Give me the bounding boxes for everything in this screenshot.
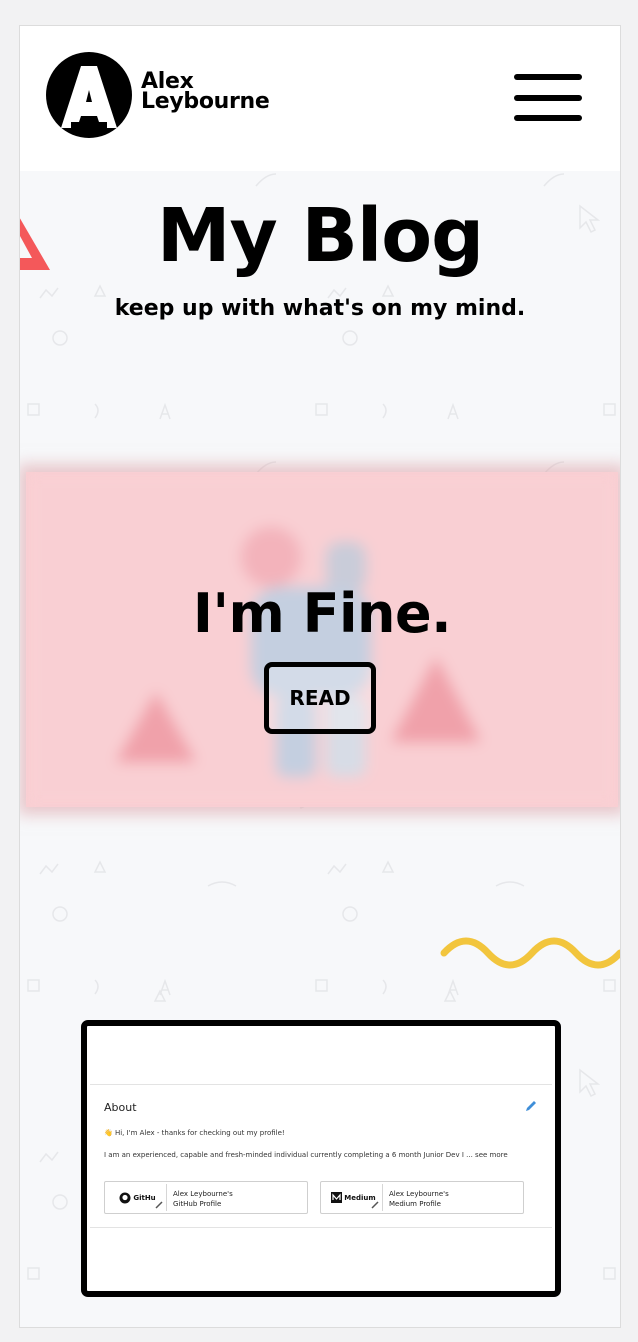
about-preview-image: About 👋 Hi, I'm Alex - thanks for checki… xyxy=(81,1020,561,1297)
medium-profile-sub: Medium Profile xyxy=(389,1200,441,1208)
github-thumb: GitHu xyxy=(109,1184,167,1211)
medium-profile-name: Alex Leybourne's xyxy=(389,1190,449,1198)
github-profile-name: Alex Leybourne's xyxy=(173,1190,233,1198)
github-profile-sub: GitHub Profile xyxy=(173,1200,222,1208)
page-title: My Blog xyxy=(156,193,484,279)
about-card: About 👋 Hi, I'm Alex - thanks for checki… xyxy=(90,1084,552,1228)
github-icon xyxy=(119,1192,131,1203)
logo-a-icon[interactable] xyxy=(46,52,132,138)
page-subtitle: keep up with what's on my mind. xyxy=(114,296,526,321)
about-greeting: 👋 Hi, I'm Alex - thanks for checking out… xyxy=(104,1129,285,1137)
site-header: Alex Leybourne xyxy=(20,26,620,171)
post-title: I'm Fine. xyxy=(192,582,452,645)
page-frame: Alex Leybourne My Blog keep up with what… xyxy=(19,25,621,1328)
medium-icon xyxy=(331,1192,343,1203)
medium-profile-link: Medium Alex Leybourne's Medium Profile xyxy=(320,1181,524,1214)
brand-name[interactable]: Alex Leybourne xyxy=(141,71,270,114)
see-more-link: see more xyxy=(475,1151,508,1159)
link-icon xyxy=(371,1201,379,1209)
decorative-squiggle xyxy=(440,937,620,969)
hamburger-menu-icon[interactable] xyxy=(514,74,582,122)
about-title: About xyxy=(104,1101,137,1114)
link-icon xyxy=(155,1201,163,1209)
github-profile-link: GitHu Alex Leybourne's GitHub Profile xyxy=(104,1181,308,1214)
wave-emoji: 👋 xyxy=(104,1129,113,1137)
read-button[interactable]: READ xyxy=(264,662,376,734)
medium-thumb: Medium xyxy=(325,1184,383,1211)
brand-last-name: Leybourne xyxy=(141,89,270,114)
pencil-icon xyxy=(526,1101,536,1111)
featured-post-card[interactable]: I'm Fine. READ xyxy=(26,472,618,807)
about-description: I am an experienced, capable and fresh-m… xyxy=(104,1151,508,1159)
